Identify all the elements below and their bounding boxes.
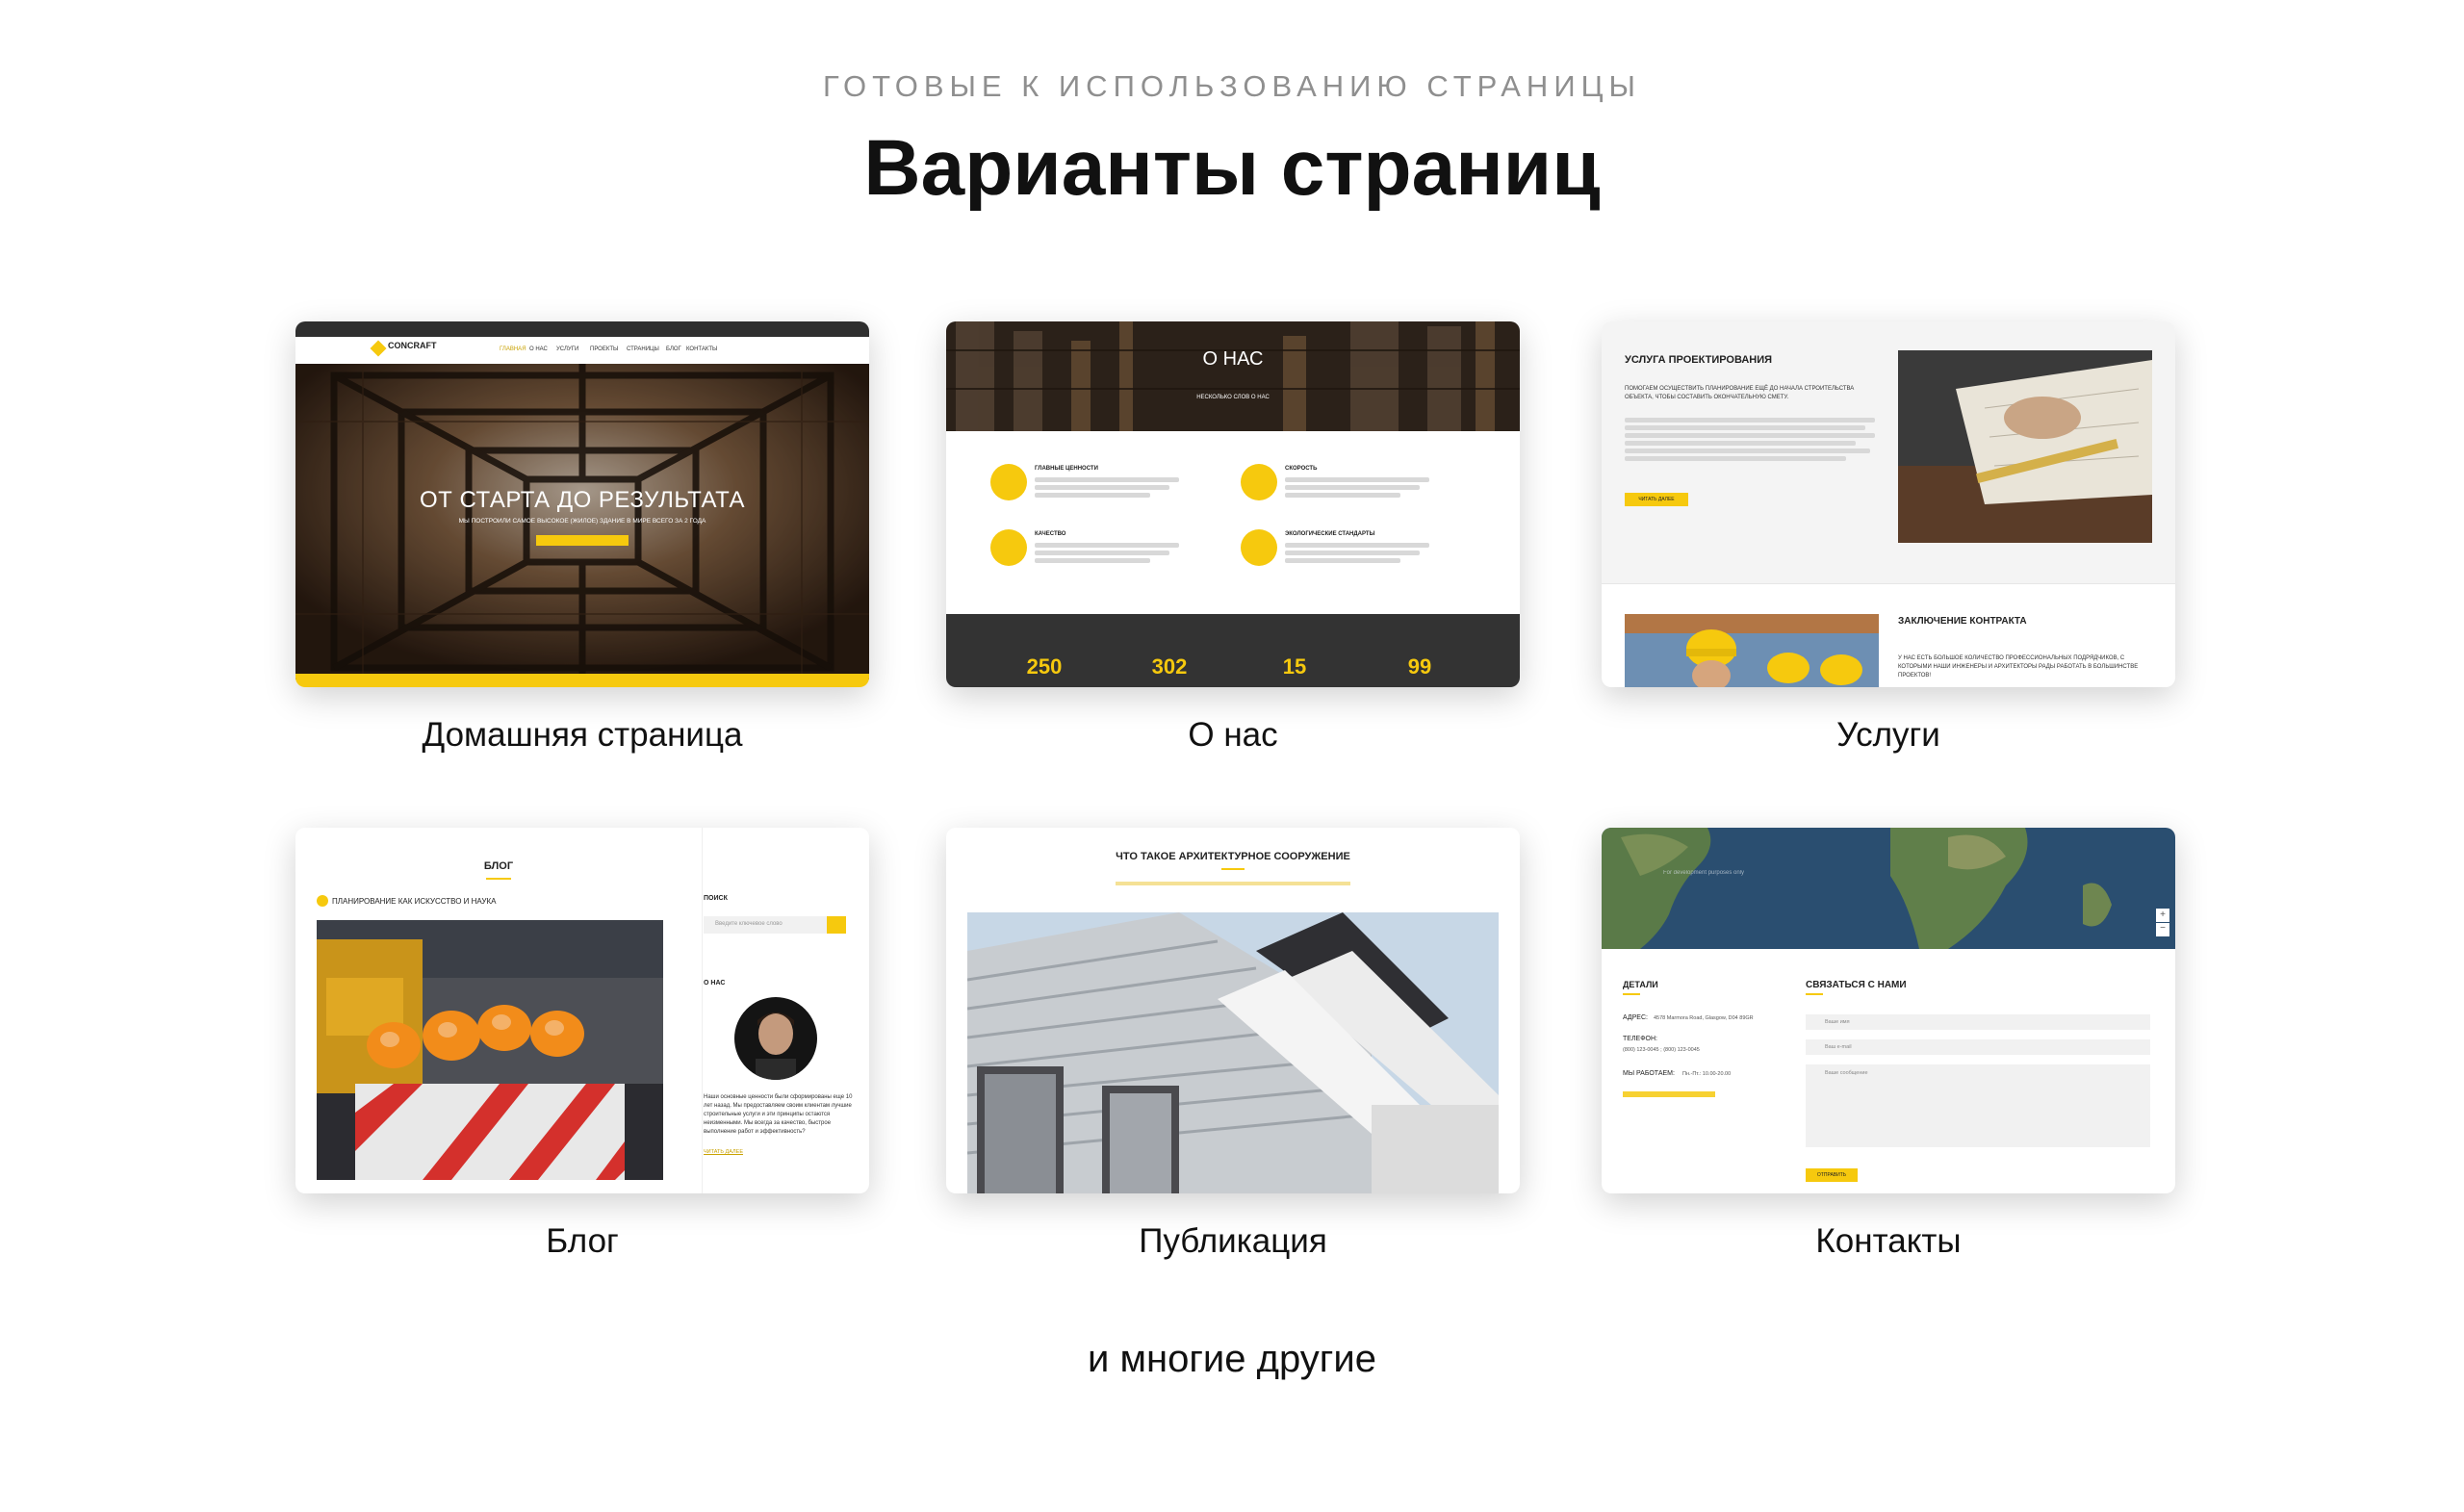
caption-services: Услуги: [1836, 716, 1940, 754]
social-icons-row[interactable]: [1623, 1091, 1715, 1097]
values-icon: [990, 464, 1027, 500]
preview-home[interactable]: CONCRAFT ГЛАВНАЯ О НАС УСЛУГИ ПРОЕКТЫ СТ…: [295, 321, 869, 687]
contact-form-title: СВЯЗАТЬСЯ С НАМИ: [1806, 980, 1907, 990]
logo-text: CONCRAFT: [388, 341, 437, 350]
about-hero-subtitle: НЕСКОЛЬКО СЛОВ О НАС: [1196, 395, 1270, 400]
name-field-placeholder: Ваше имя: [1825, 1019, 1850, 1025]
caption-contacts: Контакты: [1815, 1222, 1962, 1260]
hero-bottom-strip: [295, 674, 869, 687]
search-button[interactable]: [827, 916, 846, 934]
feature-title-quality: КАЧЕСТВО: [1035, 531, 1066, 537]
preview-services[interactable]: УСЛУГА ПРОЕКТИРОВАНИЯ ПОМОГАЕМ ОСУЩЕСТВИ…: [1602, 321, 2175, 687]
about-hero-title: О НАС: [1202, 348, 1264, 370]
preview-contacts[interactable]: For development purposes only + − ДЕТАЛИ…: [1602, 828, 2175, 1193]
details-underline: [1623, 993, 1640, 995]
address-value: 4578 Marmora Road, Glasgow, D04 89GR: [1654, 1015, 1754, 1021]
details-title: ДЕТАЛИ: [1623, 980, 1658, 989]
publication-meta: [1116, 882, 1350, 885]
counter-2: 302: [1151, 654, 1188, 679]
design-photo: [1898, 350, 2152, 543]
top-bar: [295, 321, 869, 337]
page-title: Варианты страниц: [863, 124, 1601, 212]
about-hero-image: [946, 321, 1520, 431]
nav-item-home[interactable]: ГЛАВНАЯ: [500, 346, 526, 352]
publication-image: [967, 912, 1499, 1193]
phone-label: ТЕЛЕФОН:: [1623, 1036, 1657, 1042]
hours-label: МЫ РАБОТАЕМ:: [1623, 1070, 1675, 1077]
post-image: [317, 920, 663, 1180]
caption-about: О нас: [1188, 716, 1278, 754]
feature-title-eco: ЭКОЛОГИЧЕСКИЕ СТАНДАРТЫ: [1285, 531, 1375, 537]
preview-publication[interactable]: ЧТО ТАКОЕ АРХИТЕКТУРНОЕ СООРУЖЕНИЕ: [946, 828, 1520, 1193]
caption-blog: Блог: [546, 1222, 619, 1260]
map-watermark: For development purposes only: [1663, 870, 1745, 876]
email-field-placeholder: Ваш e-mail: [1825, 1044, 1852, 1050]
address-label: АДРЕС:: [1623, 1014, 1648, 1021]
hours-value: Пн.-Пт.: 10.00-20.00: [1682, 1071, 1732, 1077]
nav-item-about[interactable]: О НАС: [529, 346, 548, 352]
services-divider: [1602, 583, 2175, 584]
caption-home: Домашняя страница: [422, 716, 743, 754]
email-field[interactable]: [1806, 1039, 2150, 1055]
counter-1: 250: [1026, 654, 1063, 679]
read-more-link[interactable]: ЧИТАТЬ ДАЛЕЕ: [704, 1149, 743, 1155]
nav-item-services[interactable]: УСЛУГИ: [556, 346, 578, 352]
message-field[interactable]: [1806, 1064, 2150, 1147]
service-lead-contract: У НАС ЕСТЬ БОЛЬШОЕ КОЛИЧЕСТВО ПРОФЕССИОН…: [1898, 655, 2139, 679]
service-title-contract: ЗАКЛЮЧЕНИЕ КОНТРАКТА: [1898, 616, 2027, 627]
counter-4: 99: [1407, 654, 1432, 679]
footer-more-text: и многие другие: [1088, 1338, 1376, 1380]
quality-icon: [990, 529, 1027, 566]
preview-blog[interactable]: БЛОГ ПЛАНИРОВАНИЕ КАК ИСКУССТВО И НАУКА: [295, 828, 869, 1193]
hero-button[interactable]: [536, 535, 629, 546]
map-zoom-in[interactable]: +: [2156, 909, 2169, 922]
feature-title-speed: СКОРОСТЬ: [1285, 466, 1318, 472]
hero-title: ОТ СТАРТА ДО РЕЗУЛЬТАТА: [419, 487, 746, 513]
about-label: О НАС: [704, 980, 726, 987]
search-label: ПОИСК: [704, 895, 728, 902]
publication-title: ЧТО ТАКОЕ АРХИТЕКТУРНОЕ СООРУЖЕНИЕ: [1116, 851, 1350, 862]
map-zoom-out[interactable]: −: [2156, 923, 2169, 936]
service-lead-design: ПОМОГАЕМ ОСУЩЕСТВИТЬ ПЛАНИРОВАНИЕ ЕЩЁ ДО…: [1625, 386, 1855, 400]
contact-form-underline: [1806, 993, 1823, 995]
message-field-placeholder: Ваше сообщение: [1825, 1070, 1868, 1076]
contract-photo: [1625, 614, 1879, 687]
phone-value: (800) 123-0045 ; (800) 123-0045: [1623, 1047, 1700, 1053]
hero-subtitle: МЫ ПОСТРОИЛИ САМОЕ ВЫСОКОЕ (ЖИЛОЕ) ЗДАНИ…: [458, 518, 706, 525]
name-field[interactable]: [1806, 1014, 2150, 1030]
nav-item-projects[interactable]: ПРОЕКТЫ: [590, 346, 618, 352]
speed-icon: [1241, 464, 1277, 500]
sidebar-divider: [702, 828, 703, 1193]
nav-item-blog[interactable]: БЛОГ: [666, 346, 681, 352]
author-avatar: [734, 997, 817, 1080]
send-button[interactable]: ОТПРАВИТЬ: [1806, 1168, 1858, 1182]
nav-item-pages[interactable]: СТРАНИЦЫ: [627, 346, 659, 352]
eco-icon: [1241, 529, 1277, 566]
blog-title-underline: [486, 878, 511, 880]
feature-title-values: ГЛАВНЫЕ ЦЕННОСТИ: [1035, 466, 1098, 472]
publication-title-underline: [1221, 868, 1245, 870]
post-badge-icon: [317, 895, 328, 907]
search-input-placeholder: Введите ключевое слово: [715, 921, 783, 927]
service-title-design: УСЛУГА ПРОЕКТИРОВАНИЯ: [1625, 354, 1773, 366]
eyebrow-label: ГОТОВЫЕ К ИСПОЛЬЗОВАНИЮ СТРАНИЦЫ: [823, 69, 1641, 103]
about-text: Наши основные ценности были сформированы…: [704, 1094, 853, 1135]
nav-item-contacts[interactable]: КОНТАКТЫ: [686, 346, 717, 352]
post-title[interactable]: ПЛАНИРОВАНИЕ КАК ИСКУССТВО И НАУКА: [332, 897, 496, 906]
map-embed[interactable]: [1602, 828, 2175, 949]
preview-about[interactable]: О НАС НЕСКОЛЬКО СЛОВ О НАС ГЛАВНЫЕ ЦЕННО…: [946, 321, 1520, 687]
blog-title: БЛОГ: [483, 860, 514, 872]
counter-3: 15: [1282, 654, 1307, 679]
caption-publication: Публикация: [1139, 1222, 1327, 1260]
read-more-button[interactable]: ЧИТАТЬ ДАЛЕЕ: [1625, 493, 1688, 506]
